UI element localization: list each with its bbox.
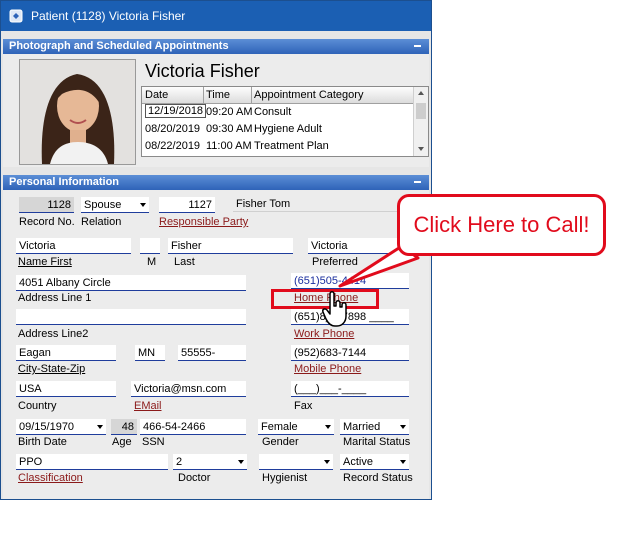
hand-cursor-icon	[322, 291, 347, 327]
call-callout: Click Here to Call!	[397, 194, 606, 256]
callout-pointer	[338, 244, 420, 288]
callout-text: Click Here to Call!	[413, 212, 590, 237]
